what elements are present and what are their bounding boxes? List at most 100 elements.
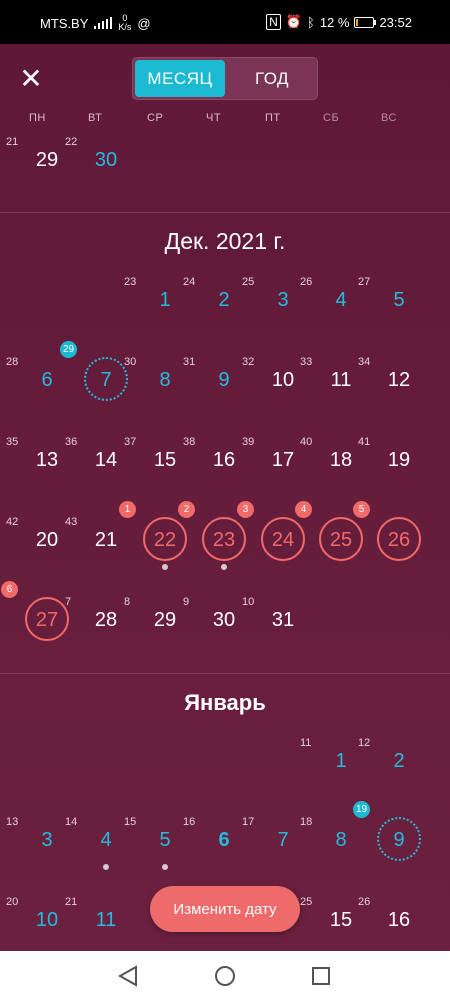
weekday-label: ПН — [29, 112, 46, 124]
day-number: 12 — [387, 369, 411, 391]
day-number: 4 — [100, 829, 112, 851]
cycle-day-number: 28 — [6, 356, 19, 368]
day-number: 30 — [212, 609, 236, 631]
day-number: 14 — [94, 449, 118, 471]
cycle-day-number: 39 — [242, 436, 255, 448]
cycle-day-badge: 5 — [353, 501, 370, 518]
day-cell[interactable]: 3 24 — [237, 501, 308, 576]
day-number: 21 — [94, 529, 118, 551]
day-cell[interactable]: 122 — [119, 501, 190, 576]
day-cell[interactable]: 41 19 — [358, 436, 424, 496]
cycle-day-number: 34 — [358, 356, 371, 368]
day-number: 2 — [393, 750, 405, 772]
cycle-day-number: 35 — [6, 436, 19, 448]
weekday-label: ВТ — [88, 112, 103, 124]
weekday-label: СБ — [323, 112, 340, 124]
cycle-day-number: 43 — [65, 516, 78, 528]
day-number: 11 — [95, 909, 117, 931]
day-cell[interactable]: 22 30 — [65, 136, 131, 196]
day-cell[interactable]: 27 5 — [358, 276, 424, 336]
day-cell[interactable]: 28 6 — [6, 356, 72, 416]
status-right: N ⏰ ᛒ 12 % 23:52 — [266, 14, 412, 30]
day-number: 20 — [35, 529, 59, 551]
cycle-day-number: 40 — [300, 436, 313, 448]
cycle-day-number: 20 — [6, 896, 19, 908]
day-number: 2 — [218, 289, 230, 311]
day-cell[interactable]: 19 9 — [353, 801, 424, 876]
change-date-button[interactable]: Изменить дату — [150, 886, 300, 932]
cycle-day-number: 16 — [183, 816, 196, 828]
day-cell[interactable]: 18 8 — [300, 816, 366, 876]
day-cell[interactable]: 5 26 — [353, 501, 424, 576]
battery-icon — [354, 16, 377, 28]
cycle-day-number: 17 — [242, 816, 255, 828]
weekday-label: ВС — [381, 112, 397, 124]
cycle-day-number: 32 — [242, 356, 255, 368]
day-cell[interactable]: 26 16 — [358, 896, 424, 956]
note-dot — [103, 864, 109, 870]
tab-month[interactable]: МЕСЯЦ — [135, 60, 225, 97]
day-number: 16 — [212, 449, 236, 471]
day-number: 29 — [35, 149, 59, 171]
bluetooth-icon: ᛒ — [307, 14, 315, 30]
cycle-day-number: 7 — [65, 596, 72, 608]
day-number: 31 — [271, 609, 295, 631]
day-cell[interactable]: 12 2 — [358, 737, 424, 797]
day-cell[interactable]: 43 21 — [65, 516, 131, 576]
status-bar: MTS.BY 0 K/s @ N ⏰ ᛒ 12 % 23:52 — [0, 0, 450, 44]
cycle-day-badge: 6 — [1, 581, 18, 598]
cycle-day-number: 21 — [6, 136, 19, 148]
cycle-day-number: 33 — [300, 356, 313, 368]
tab-year[interactable]: ГОД — [227, 58, 317, 99]
recents-icon[interactable] — [309, 964, 333, 988]
day-number: 30 — [94, 149, 118, 171]
day-number: 9 — [218, 369, 230, 391]
close-icon[interactable]: ✕ — [16, 64, 46, 94]
cycle-day-number: 27 — [358, 276, 371, 288]
back-icon[interactable] — [116, 964, 140, 988]
cycle-day-number: 36 — [65, 436, 78, 448]
cycle-day-badge: 2 — [178, 501, 195, 518]
note-dot — [162, 564, 168, 570]
weekday-header: ПН ВТ СР ЧТ ПТ СБ ВС — [0, 112, 450, 132]
cycle-day-number: 22 — [65, 136, 78, 148]
day-cell[interactable]: 10 31 — [242, 596, 308, 656]
day-number: 18 — [329, 449, 353, 471]
day-number: 7 — [277, 829, 289, 851]
day-number: 8 — [335, 829, 347, 851]
cycle-day-number: 24 — [183, 276, 196, 288]
day-cell[interactable]: 2 23 — [178, 501, 249, 576]
day-number: 6 — [41, 369, 53, 391]
day-number: 27 — [35, 609, 59, 631]
battery-percent: 12 % — [319, 14, 350, 30]
cycle-day-number: 9 — [183, 596, 190, 608]
cycle-day-number: 8 — [124, 596, 131, 608]
day-number: 28 — [94, 609, 118, 631]
cycle-day-number: 10 — [242, 596, 255, 608]
day-cell[interactable]: 21 11 — [65, 896, 131, 956]
day-number: 10 — [271, 369, 295, 391]
cycle-day-number: 37 — [124, 436, 137, 448]
day-cell[interactable]: 34 12 — [358, 356, 424, 416]
day-number: 22 — [153, 529, 177, 551]
cycle-day-number: 12 — [358, 737, 371, 749]
day-number: 13 — [35, 449, 59, 471]
cycle-day-number: 25 — [242, 276, 255, 288]
cycle-day-number: 26 — [358, 896, 371, 908]
weekday-label: ПТ — [265, 112, 281, 124]
weekday-label: ЧТ — [206, 112, 222, 124]
day-number: 4 — [335, 289, 347, 311]
carrier-name: MTS.BY — [40, 15, 89, 31]
day-cell[interactable]: 4 25 — [295, 501, 366, 576]
day-number: 25 — [329, 529, 353, 551]
home-icon[interactable] — [213, 964, 237, 988]
cycle-day-number: 11 — [300, 737, 312, 749]
alarm-icon: ⏰ — [285, 14, 302, 29]
day-number: 1 — [335, 750, 347, 772]
cycle-day-number: 31 — [183, 356, 196, 368]
month-divider — [0, 212, 450, 213]
cycle-day-number: 38 — [183, 436, 196, 448]
day-number: 7 — [100, 369, 112, 391]
cycle-day-number: 42 — [6, 516, 19, 528]
day-number: 5 — [393, 289, 405, 311]
